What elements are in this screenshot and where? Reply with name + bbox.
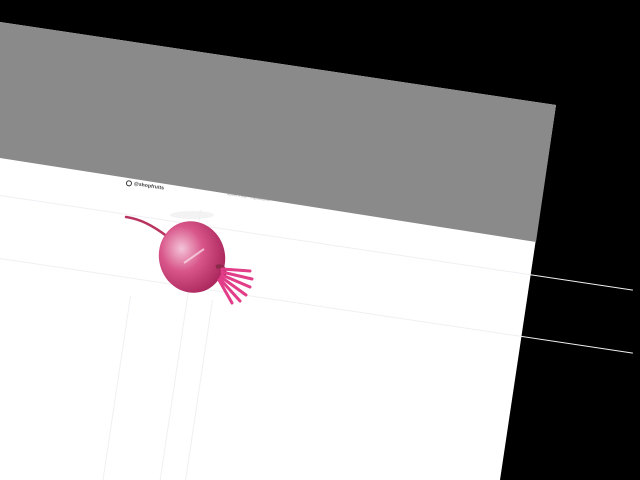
logo-mark-icon	[125, 179, 133, 187]
logo-text: @shopfruits	[133, 181, 165, 192]
photo-stage: @shopfruits about fruits · ingredients	[0, 0, 640, 480]
beet-icon	[124, 211, 254, 305]
